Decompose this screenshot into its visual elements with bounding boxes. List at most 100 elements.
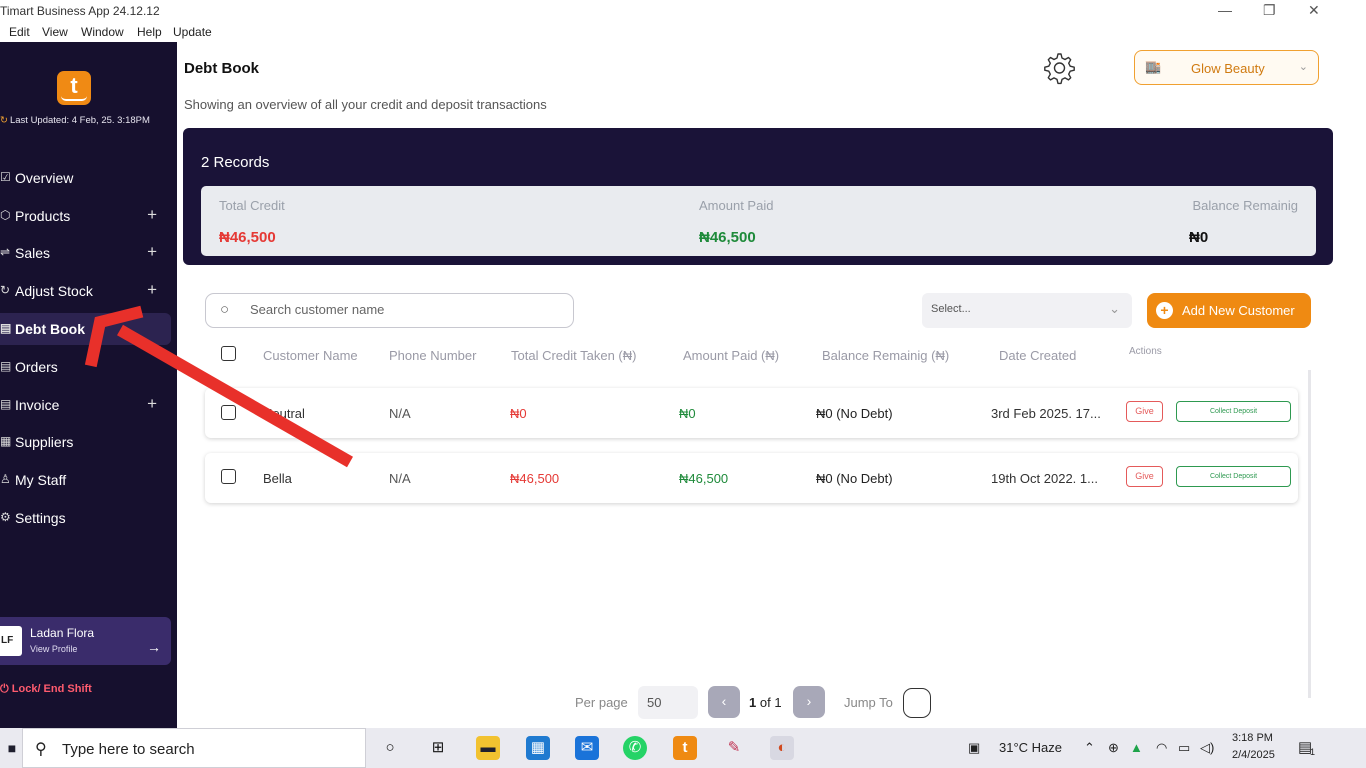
per-page-label: Per page <box>575 695 628 710</box>
sidebar-item-sales[interactable]: ⇌ Sales + <box>0 237 171 269</box>
network-icon[interactable]: ⊕ <box>1108 740 1119 756</box>
balance-value: ₦0 <box>1189 229 1209 246</box>
last-updated: ↻ Last Updated: 4 Feb, 25. 3:18PM <box>0 115 150 126</box>
title-bar: Timart Business App 24.12.12 — ❐ ✕ <box>0 0 1366 22</box>
file-explorer-icon[interactable]: ▬ <box>476 736 500 760</box>
sales-icon: ⇌ <box>0 245 11 259</box>
search-icon: ⚲ <box>35 741 47 758</box>
sidebar-item-label: Suppliers <box>15 434 74 450</box>
give-button[interactable]: Give <box>1126 401 1163 422</box>
sidebar-item-invoice[interactable]: ▤ Invoice + <box>0 389 171 421</box>
sidebar-item-suppliers[interactable]: ▦ Suppliers <box>0 426 171 458</box>
sidebar-item-debt-book[interactable]: ▤ Debt Book <box>0 313 171 345</box>
arrow-right-icon[interactable]: → <box>147 639 161 655</box>
table-row[interactable]: Bella N/A ₦46,500 ₦46,500 ₦0 (No Debt) 1… <box>205 453 1298 503</box>
per-page-select[interactable]: 50 <box>638 686 698 719</box>
store-name: Glow Beauty <box>1191 61 1265 76</box>
sync-icon[interactable]: ↻ <box>0 115 8 126</box>
chevron-down-icon: ⌄ <box>1298 61 1308 73</box>
whatsapp-icon[interactable]: ✆ <box>623 736 647 760</box>
expand-plus-icon[interactable]: + <box>147 280 157 300</box>
filter-select[interactable]: Select... ⌄ <box>922 293 1132 328</box>
row-checkbox[interactable] <box>221 469 236 484</box>
sidebar-item-adjust-stock[interactable]: ↻ Adjust Stock + <box>0 275 171 307</box>
last-updated-text: Last Updated: 4 Feb, 25. 3:18PM <box>9 115 150 126</box>
taskbar-search[interactable]: ⚲ Type here to search <box>22 728 366 768</box>
box-icon: ⬡ <box>0 208 11 222</box>
expand-plus-icon[interactable]: + <box>147 394 157 414</box>
battery-icon[interactable]: ▭ <box>1178 740 1190 756</box>
menu-view[interactable]: View <box>42 25 68 39</box>
view-profile-link[interactable]: View Profile <box>30 644 77 654</box>
menu-help[interactable]: Help <box>137 25 162 39</box>
menu-window[interactable]: Window <box>81 25 124 39</box>
prev-page-button[interactable]: ‹ <box>708 686 740 718</box>
sidebar-item-label: Debt Book <box>15 321 85 337</box>
menu-update[interactable]: Update <box>173 25 212 39</box>
weather-text[interactable]: 31°C Haze <box>999 740 1062 755</box>
suppliers-icon: ▦ <box>0 434 12 448</box>
menu-edit[interactable]: Edit <box>9 25 30 39</box>
balance-label: Balance Remainig <box>1192 198 1298 213</box>
lock-end-shift-button[interactable]: ⏻ Lock/ End Shift <box>0 683 92 696</box>
search-input[interactable] <box>250 302 550 317</box>
store-selector[interactable]: 🏬 Glow Beauty ⌄ <box>1134 50 1319 85</box>
task-view-icon[interactable]: ⊞ <box>426 736 450 760</box>
table-row[interactable]: Neutral N/A ₦0 ₦0 ₦0 (No Debt) 3rd Feb 2… <box>205 388 1298 438</box>
sidebar-item-label: Invoice <box>15 397 60 413</box>
page-total: of 1 <box>759 695 782 710</box>
page-title: Debt Book <box>184 60 259 77</box>
taskbar: ■ ⚲ Type here to search ○ ⊞ ▬ ▦ ✉ ✆ t ✎ … <box>0 728 1366 768</box>
col-actions: Actions <box>1129 346 1162 357</box>
restore-icon[interactable]: ❐ <box>1263 2 1276 19</box>
drive-icon[interactable]: ▲ <box>1130 740 1143 755</box>
timart-app-icon[interactable]: t <box>673 736 697 760</box>
profile-card[interactable]: LF Ladan Flora View Profile → <box>0 617 171 665</box>
next-page-button[interactable]: › <box>793 686 825 718</box>
scrollbar[interactable] <box>1308 370 1311 698</box>
jump-to-input[interactable] <box>903 688 931 718</box>
amount-paid-value: ₦46,500 <box>699 229 756 246</box>
sidebar-item-my-staff[interactable]: ♙ My Staff <box>0 464 171 496</box>
cortana-icon[interactable]: ○ <box>378 736 402 760</box>
select-all-checkbox[interactable] <box>221 346 236 361</box>
collect-deposit-button[interactable]: Collect Deposit <box>1176 466 1291 487</box>
media-app-icon[interactable]: ◐ <box>770 736 794 760</box>
search-box[interactable]: ○ <box>205 293 574 328</box>
col-total-credit: Total Credit Taken (₦) <box>511 348 637 363</box>
sidebar-item-overview[interactable]: ☑ Overview <box>0 162 171 194</box>
minimize-icon[interactable]: — <box>1218 2 1232 18</box>
give-button[interactable]: Give <box>1126 466 1163 487</box>
gear-icon[interactable] <box>1040 50 1076 86</box>
close-icon[interactable]: ✕ <box>1308 2 1320 19</box>
date-created: 19th Oct 2022. 1... <box>991 471 1098 486</box>
paint-icon[interactable]: ✎ <box>722 736 746 760</box>
expand-plus-icon[interactable]: + <box>147 205 157 225</box>
collect-deposit-button[interactable]: Collect Deposit <box>1176 401 1291 422</box>
weather-icon[interactable]: ▣ <box>968 740 980 756</box>
invoice-icon: ▤ <box>0 397 12 411</box>
customer-name: Neutral <box>263 406 305 421</box>
wifi-icon[interactable]: ◠ <box>1156 740 1167 756</box>
sidebar-item-label: Adjust Stock <box>15 283 93 299</box>
expand-plus-icon[interactable]: + <box>147 242 157 262</box>
add-new-customer-button[interactable]: + Add New Customer <box>1147 293 1311 328</box>
clock-date[interactable]: 2/4/2025 <box>1232 749 1275 761</box>
balance-remaining: ₦0 (No Debt) <box>816 471 893 486</box>
row-checkbox[interactable] <box>221 405 236 420</box>
chevron-up-icon[interactable]: ⌃ <box>1084 740 1095 756</box>
volume-icon[interactable]: ◁) <box>1200 740 1214 756</box>
col-phone-number: Phone Number <box>389 348 477 363</box>
jump-to-label: Jump To <box>844 695 893 710</box>
sidebar-item-orders[interactable]: ▤ Orders <box>0 351 171 383</box>
orders-icon: ▤ <box>0 359 12 373</box>
mail-icon[interactable]: ✉ <box>575 736 599 760</box>
sidebar-item-label: Orders <box>15 359 58 375</box>
clock-time[interactable]: 3:18 PM <box>1232 732 1273 744</box>
store-icon[interactable]: ▦ <box>526 736 550 760</box>
app-logo: t <box>57 71 91 105</box>
balance-remaining: ₦0 (No Debt) <box>816 406 893 421</box>
sidebar-item-settings[interactable]: ⚙ Settings <box>0 502 171 534</box>
sidebar-item-products[interactable]: ⬡ Products + <box>0 200 171 232</box>
windows-start-icon[interactable]: ■ <box>0 736 24 760</box>
